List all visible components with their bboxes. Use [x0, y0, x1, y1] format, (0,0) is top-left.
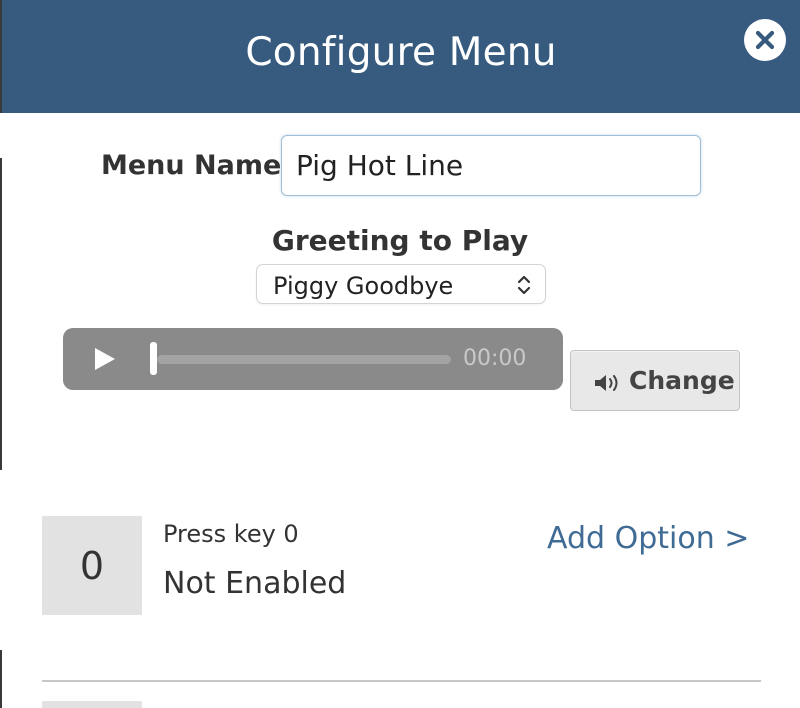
- menu-name-label: Menu Name: [101, 150, 282, 181]
- add-option-link[interactable]: Add Option >: [547, 521, 749, 556]
- greeting-label: Greeting to Play: [271, 224, 529, 257]
- press-key-label: Press key 0: [163, 520, 299, 548]
- seek-bar[interactable]: [157, 355, 451, 364]
- speaker-icon: [595, 375, 618, 391]
- change-greeting-button[interactable]: Change: [570, 350, 740, 411]
- menu-name-input[interactable]: [281, 135, 701, 196]
- key-number: 0: [79, 544, 105, 588]
- greeting-select[interactable]: Piggy Goodbye: [256, 264, 546, 304]
- play-icon[interactable]: [93, 347, 117, 371]
- modal-header: Configure Menu: [2, 0, 800, 113]
- close-icon: [755, 30, 775, 50]
- key-box: 0: [42, 516, 142, 615]
- seek-handle[interactable]: [150, 342, 157, 375]
- audio-player: 00:00: [63, 328, 563, 390]
- divider: [42, 680, 761, 682]
- modal-title: Configure Menu: [245, 30, 557, 75]
- change-button-label: Change: [629, 366, 735, 395]
- close-button[interactable]: [744, 19, 786, 61]
- up-down-chevron-icon: [517, 275, 531, 295]
- greeting-selected-value: Piggy Goodbye: [273, 272, 454, 300]
- time-readout: 00:00: [463, 346, 527, 371]
- option-status: Not Enabled: [163, 566, 347, 601]
- next-key-box: [42, 701, 142, 708]
